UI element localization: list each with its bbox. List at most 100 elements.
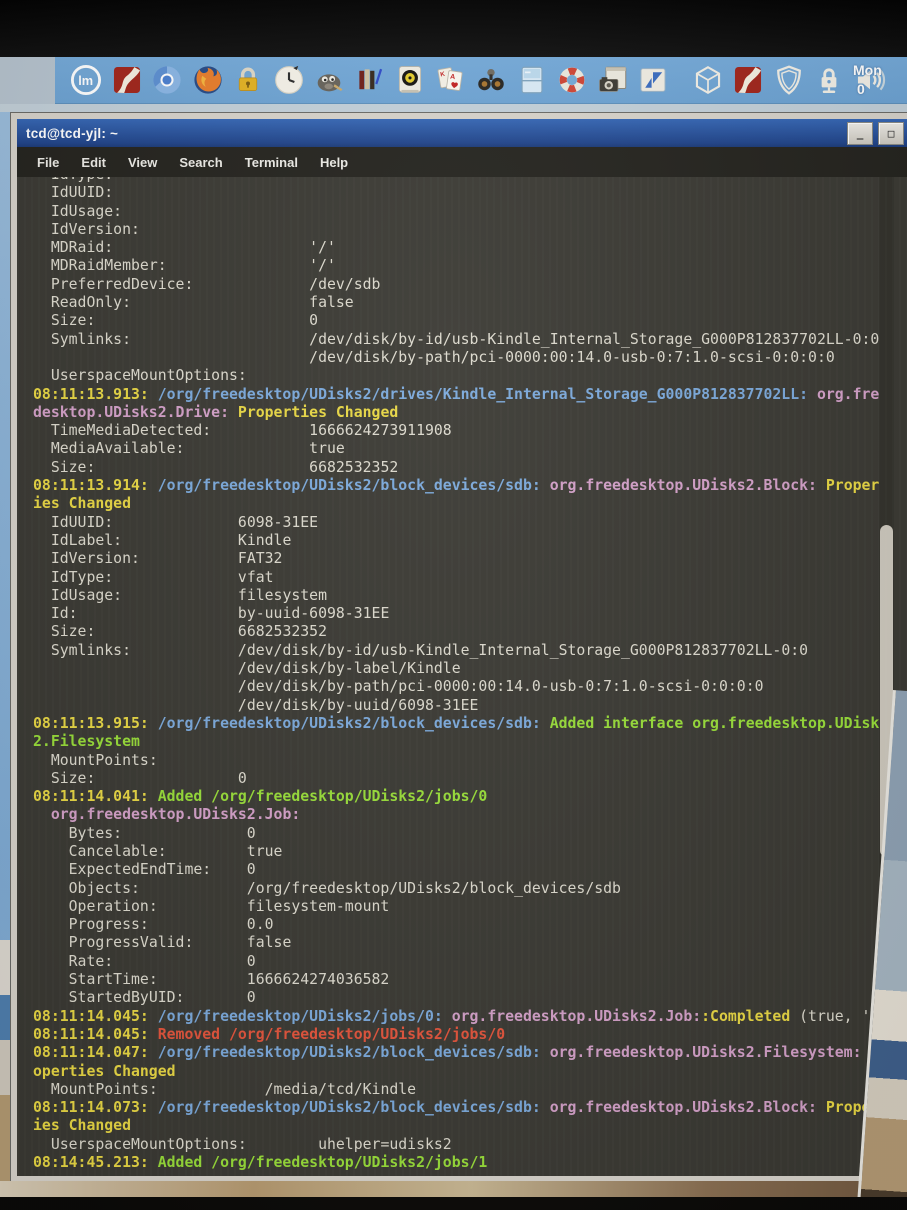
box-outline-icon[interactable] [690, 60, 726, 100]
terminal-line: UserspaceMountOptions: [33, 367, 247, 385]
terminal-line: 08:11:13.913: /org/freedesktop/UDisks2/d… [33, 385, 889, 421]
photo-bottom-band [0, 1197, 907, 1210]
journey-icon[interactable] [730, 60, 766, 100]
panel-spacer [676, 60, 690, 100]
terminal-line: Progress: 0.0 [33, 916, 274, 934]
terminal-line: ProgressValid: false [33, 934, 292, 952]
gimp-icon[interactable] [311, 60, 347, 100]
clock-icon[interactable] [271, 60, 307, 100]
terminal-line: Size: 0 [33, 312, 319, 330]
terminal-line: /dev/disk/by-label/Kindle [33, 660, 461, 678]
terminal-line: IdLabel: Kindle [33, 531, 292, 549]
terminal-line: Bytes: 0 [33, 824, 256, 842]
photo-left-edge [0, 1095, 10, 1183]
menu-item-view[interactable]: View [124, 153, 161, 172]
terminal-line: 08:11:13.915: /org/freedesktop/UDisks2/b… [33, 714, 889, 751]
terminal-screen[interactable]: IdType: IdUUID: IdUsage: IdVersion: MDRa… [17, 177, 907, 1176]
lifebuoy-icon[interactable] [554, 60, 590, 100]
photo-left-edge [0, 995, 10, 1040]
terminal-line: /dev/disk/by-path/pci-0000:00:14.0-usb-0… [33, 678, 764, 696]
terminal-line: Rate: 0 [33, 952, 256, 970]
terminal-line: IdUUID: 6098-31EE [33, 513, 319, 531]
terminal-line: 08:11:14.073: /org/freedesktop/UDisks2/b… [33, 1099, 889, 1135]
padlock-icon[interactable] [230, 60, 266, 100]
terminal-line: UserspaceMountOptions: uhelper=udisks2 [33, 1135, 452, 1153]
shield-icon[interactable] [771, 60, 807, 100]
terminal-line: Id: by-uuid-6098-31EE [33, 605, 390, 623]
terminal-line: 08:11:13.914: /org/freedesktop/UDisks2/b… [33, 477, 889, 513]
mint-menu-icon[interactable]: lm [68, 60, 104, 100]
terminal-line: Size: 0 [33, 769, 247, 787]
terminal-line: IdVersion: [33, 220, 140, 238]
menu-item-edit[interactable]: Edit [77, 153, 110, 172]
terminal-line: 08:11:14.041: Added /org/freedesktop/UDi… [33, 788, 488, 806]
taskbar-panel: lm K A Mon 0 [55, 57, 907, 104]
terminal-line: IdType: [33, 177, 897, 184]
terminal-line: IdVersion: FAT32 [33, 550, 283, 568]
menu-item-terminal[interactable]: Terminal [241, 153, 302, 172]
window-titlebar[interactable]: tcd@tcd-yjl: ~ _□× [17, 119, 907, 147]
terminal-line: ReadOnly: false [33, 294, 354, 312]
screen-lock-icon[interactable] [811, 60, 847, 100]
terminal-line: org.freedesktop.UDisks2.Job: [33, 806, 301, 824]
photo-left-edge [0, 940, 10, 995]
menu-item-search[interactable]: Search [175, 153, 226, 172]
menu-item-help[interactable]: Help [316, 153, 352, 172]
binoculars-icon[interactable] [473, 60, 509, 100]
terminal-line: MDRaid: '/' [33, 239, 336, 257]
menu-item-file[interactable]: File [33, 153, 63, 172]
terminal-line: PreferredDevice: /dev/sdb [33, 275, 381, 293]
terminal-line: Size: 6682532352 [33, 458, 399, 476]
terminal-line: 08:11:14.047: /org/freedesktop/UDisks2/b… [33, 1044, 888, 1080]
photo-of-screen: lm KA Mon 0 tcd@tcd-yjl: ~ _□× File Edit Vi… [0, 0, 907, 1210]
terminal-line: 08:11:14.045: Removed /org/freedesktop/U… [33, 1025, 506, 1043]
terminal-line: Size: 6682532352 [33, 623, 327, 641]
terminal-line: IdUsage: [33, 202, 123, 220]
terminal-line: MountPoints: [33, 751, 158, 769]
terminal-line: MediaAvailable: true [33, 440, 345, 458]
panel-clock[interactable]: Mon 0 [853, 61, 907, 99]
terminal-line: IdUsage: filesystem [33, 586, 327, 604]
panel-left-area [0, 57, 55, 104]
window-controls: _□× [847, 122, 907, 145]
terminal-line: Operation: filesystem-mount [33, 897, 390, 915]
speaker-box-icon[interactable] [392, 60, 428, 100]
terminal-line: 08:14:45.213: Added /org/freedesktop/UDi… [33, 1154, 488, 1172]
desk-background [0, 1181, 907, 1197]
terminal-line: IdType: vfat [33, 568, 274, 586]
maximize-button[interactable]: □ [878, 122, 904, 145]
calibre-icon[interactable] [352, 60, 388, 100]
terminal-line: 08:11:14.045: /org/freedesktop/UDisks2/j… [33, 1007, 889, 1025]
photo-left-edge [0, 1040, 10, 1095]
terminal-output: IdType: IdUUID: IdUsage: IdVersion: MDRa… [33, 177, 907, 1172]
screenshot-tool-icon[interactable] [595, 60, 631, 100]
chromium-icon[interactable] [149, 60, 185, 100]
terminal-line: MountPoints: /media/tcd/Kindle [33, 1080, 417, 1098]
terminal-line: StartedByUID: 0 [33, 989, 256, 1007]
terminal-line: /dev/disk/by-uuid/6098-31EE [33, 696, 479, 714]
taskbar-icons: lm K A [68, 60, 892, 100]
terminal-line: IdUUID: [33, 184, 114, 202]
terminal-line: MDRaidMember: '/' [33, 257, 336, 275]
menu-bar: File Edit View Search Terminal Help [17, 147, 907, 177]
terminal-line: StartTime: 1666624274036582 [33, 971, 390, 989]
journey-icon[interactable] [109, 60, 145, 100]
cabinet-icon[interactable] [514, 60, 550, 100]
minimize-button[interactable]: _ [847, 122, 873, 145]
terminal-window: tcd@tcd-yjl: ~ _□× File Edit View Search Ter… [10, 112, 907, 1183]
terminal-line: TimeMediaDetected: 1666624273911908 [33, 422, 452, 440]
terminal-line: Cancelable: true [33, 842, 283, 860]
terminal-line: Symlinks: /dev/disk/by-id/usb-Kindle_Int… [33, 641, 809, 659]
playing-cards-icon[interactable]: KA [433, 60, 469, 100]
terminal-line: /dev/disk/by-path/pci-0000:00:14.0-usb-0… [33, 348, 835, 366]
window-switcher-icon[interactable] [635, 60, 671, 100]
terminal-line: Objects: /org/freedesktop/UDisks2/block_… [33, 879, 621, 897]
firefox-icon[interactable] [190, 60, 226, 100]
window-title: tcd@tcd-yjl: ~ [26, 125, 119, 141]
terminal-line: Symlinks: /dev/disk/by-id/usb-Kindle_Int… [33, 330, 880, 348]
clock-time: 0 [857, 81, 865, 97]
svg-text:A: A [449, 73, 455, 82]
clock-day: Mon [853, 62, 882, 78]
desktop-sliver [0, 104, 907, 112]
photo-top-band [0, 0, 907, 57]
